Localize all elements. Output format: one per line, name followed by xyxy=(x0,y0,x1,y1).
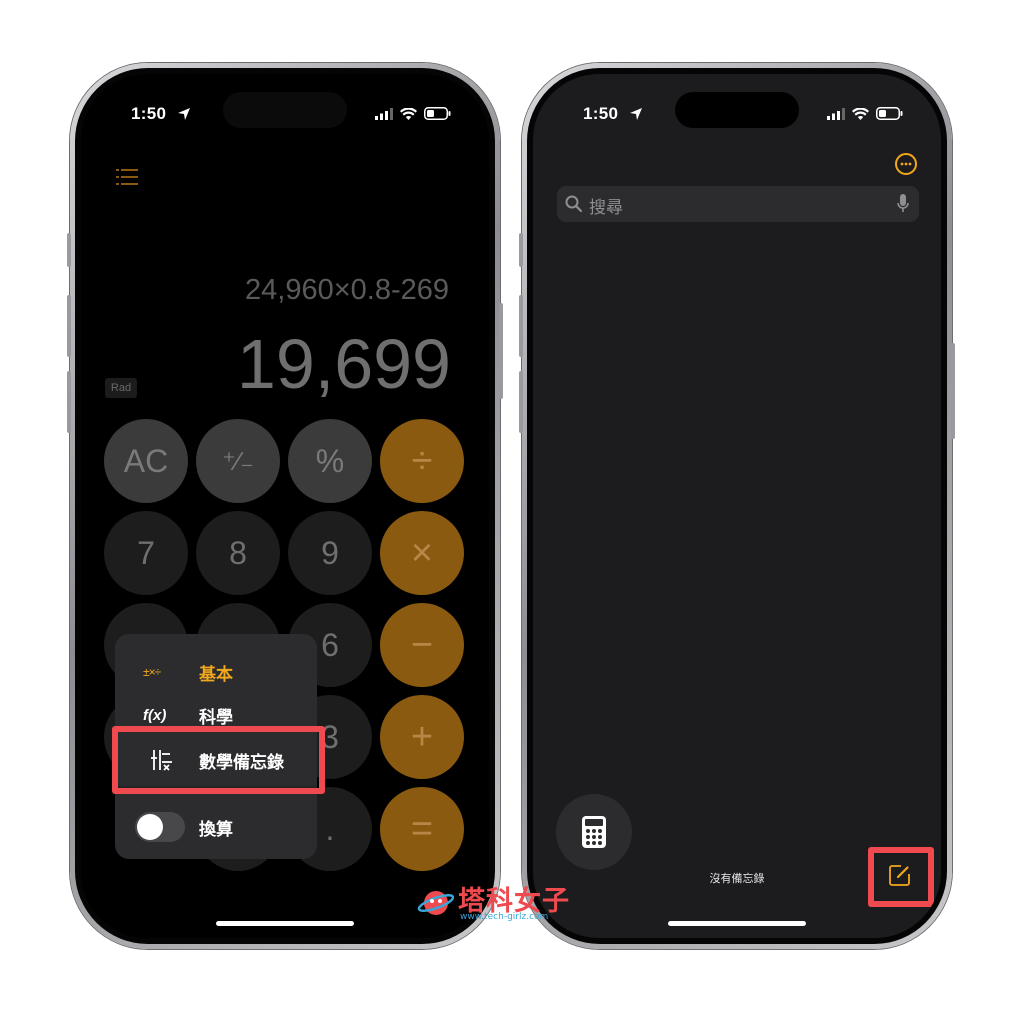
percent-key[interactable]: % xyxy=(288,419,372,503)
power-button xyxy=(951,343,955,439)
signal-icon xyxy=(827,107,845,120)
eight-key[interactable]: 8 xyxy=(196,511,280,595)
action-button xyxy=(67,233,71,267)
toggle-knob xyxy=(137,814,163,840)
notes-screen: 1:50 搜尋 沒有備忘錄 xyxy=(533,74,941,938)
convert-toggle[interactable] xyxy=(135,812,185,842)
watermark-logo: 塔科女子 www.tech-girlz.com xyxy=(414,875,594,925)
status-time: 1:50 xyxy=(583,104,619,123)
equals-key[interactable]: = xyxy=(380,787,464,871)
status-bar: 1:50 xyxy=(81,104,489,128)
result-display: 19,699 xyxy=(236,325,451,403)
battery-icon xyxy=(876,107,903,120)
volume-down-button xyxy=(67,371,71,433)
signal-icon xyxy=(375,107,393,120)
seven-key[interactable]: 7 xyxy=(104,511,188,595)
basic-ops-icon: ±×÷ xyxy=(143,665,161,679)
menu-label-basic: 基本 xyxy=(199,664,233,685)
location-arrow-icon xyxy=(630,108,642,120)
wifi-icon xyxy=(400,107,417,120)
function-icon: f(x) xyxy=(143,706,167,724)
calculator-icon xyxy=(582,816,606,848)
home-indicator xyxy=(216,921,354,926)
brand-mascot-icon xyxy=(417,891,454,915)
location-arrow-icon xyxy=(178,108,190,120)
mic-icon[interactable] xyxy=(897,194,909,214)
more-icon[interactable] xyxy=(895,153,917,175)
phone-calculator: 1:50 24,960×0.8-269 19,699 Rad AC ⁺∕₋ % … xyxy=(67,63,503,949)
angle-mode-badge: Rad xyxy=(105,378,137,398)
all-clear-key[interactable]: AC xyxy=(104,419,188,503)
multiply-key[interactable]: × xyxy=(380,511,464,595)
volume-up-button xyxy=(67,295,71,357)
status-time: 1:50 xyxy=(131,104,167,123)
menu-label-convert: 換算 xyxy=(199,819,233,840)
menu-label-scientific: 科學 xyxy=(199,707,233,728)
menu-item-convert[interactable]: 換算 xyxy=(115,809,317,845)
watermark-url: www.tech-girlz.com xyxy=(460,912,549,922)
battery-icon xyxy=(424,107,451,120)
plus-minus-key[interactable]: ⁺∕₋ xyxy=(196,419,280,503)
power-button xyxy=(499,303,503,399)
minus-key[interactable]: − xyxy=(380,603,464,687)
status-icons xyxy=(827,107,903,120)
search-icon xyxy=(565,195,583,213)
menu-item-basic[interactable]: ±×÷ 基本 xyxy=(115,654,317,690)
search-placeholder: 搜尋 xyxy=(589,198,623,218)
wifi-icon xyxy=(852,107,869,120)
compose-highlight xyxy=(868,847,934,907)
plus-key[interactable]: + xyxy=(380,695,464,779)
phone-notes: 1:50 搜尋 沒有備忘錄 xyxy=(519,63,955,949)
action-button xyxy=(519,233,523,267)
search-field[interactable]: 搜尋 xyxy=(557,186,919,222)
divide-key[interactable]: ÷ xyxy=(380,419,464,503)
home-indicator xyxy=(668,921,806,926)
status-bar: 1:50 xyxy=(533,104,941,128)
volume-up-button xyxy=(519,295,523,357)
nine-key[interactable]: 9 xyxy=(288,511,372,595)
math-notes-highlight xyxy=(112,726,325,794)
volume-down-button xyxy=(519,371,523,433)
status-icons xyxy=(375,107,451,120)
calculator-screen: 1:50 24,960×0.8-269 19,699 Rad AC ⁺∕₋ % … xyxy=(81,74,489,938)
expression-display: 24,960×0.8-269 xyxy=(245,274,449,306)
list-icon[interactable] xyxy=(116,168,138,186)
calculator-button[interactable] xyxy=(556,794,632,870)
